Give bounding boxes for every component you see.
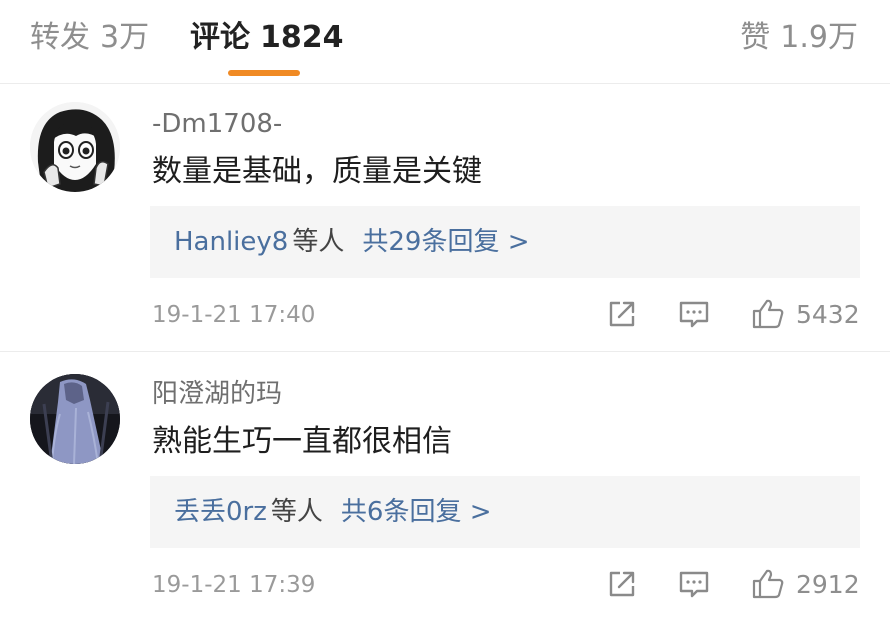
comment-item: 阳澄湖的玛 熟能生巧一直都很相信 丢丢0rz 等人 共6条回复 > 19-1-21 … <box>0 358 890 632</box>
manga-girl-avatar-icon <box>30 102 120 192</box>
reply-users-suffix: 等人 <box>292 227 345 257</box>
reply-users-link[interactable]: Hanliey8 <box>174 227 288 257</box>
comment-icon <box>679 301 709 328</box>
reply-users-suffix: 等人 <box>270 497 323 527</box>
thumbs-up-icon <box>752 569 784 599</box>
tab-likes[interactable]: 赞 1.9万 <box>740 18 858 58</box>
share-button[interactable] <box>604 566 640 602</box>
reply-summary: 丢丢0rz 等人 共6条回复 > <box>174 494 492 530</box>
tab-comments-count: 1824 <box>260 20 344 55</box>
reply-count-link[interactable]: 共29条回复 > <box>362 227 529 257</box>
like-button[interactable] <box>750 296 786 332</box>
tab-comments-label: 评论 <box>190 20 250 55</box>
comment-item: -Dm1708- 数量是基础，质量是关键 Hanliey8 等人 共29条回复 > … <box>0 90 890 352</box>
reply-button[interactable] <box>676 566 712 602</box>
comment-timestamp: 19-1-21 17:39 <box>152 572 316 598</box>
tab-comments[interactable]: 评论 1824 <box>190 18 344 58</box>
reply-button[interactable] <box>676 296 712 332</box>
reply-users-link[interactable]: 丢丢0rz <box>174 497 267 527</box>
share-icon <box>609 301 635 327</box>
tab-likes-label: 赞 <box>740 20 771 55</box>
reply-summary-box[interactable]: Hanliey8 等人 共29条回复 > <box>150 206 860 278</box>
comment-username[interactable]: -Dm1708- <box>152 108 282 140</box>
reply-count-link[interactable]: 共6条回复 > <box>341 497 492 527</box>
tab-repost[interactable]: 转发 3万 <box>30 18 149 58</box>
comment-timestamp: 19-1-21 17:40 <box>152 302 316 328</box>
comment-text: 熟能生巧一直都很相信 <box>152 424 452 459</box>
active-tab-indicator <box>228 70 300 76</box>
comment-icon <box>679 571 709 598</box>
comment-tabs-bar: 转发 3万 评论 1824 赞 1.9万 <box>0 0 890 84</box>
reply-summary-box[interactable]: 丢丢0rz 等人 共6条回复 > <box>150 476 860 548</box>
like-count: 5432 <box>796 300 860 329</box>
avatar[interactable] <box>30 102 120 192</box>
comment-username[interactable]: 阳澄湖的玛 <box>152 378 282 410</box>
like-count: 2912 <box>796 570 860 599</box>
tab-repost-count: 3万 <box>100 20 150 55</box>
avatar[interactable] <box>30 374 120 464</box>
like-button[interactable] <box>750 566 786 602</box>
share-button[interactable] <box>604 296 640 332</box>
tab-repost-label: 转发 <box>30 20 90 55</box>
share-icon <box>609 571 635 597</box>
comment-text: 数量是基础，质量是关键 <box>152 154 482 189</box>
reply-summary: Hanliey8 等人 共29条回复 > <box>174 224 530 260</box>
figure-in-white-robe-avatar-icon <box>30 374 120 464</box>
thumbs-up-icon <box>752 299 784 329</box>
tab-likes-count: 1.9万 <box>780 20 858 55</box>
